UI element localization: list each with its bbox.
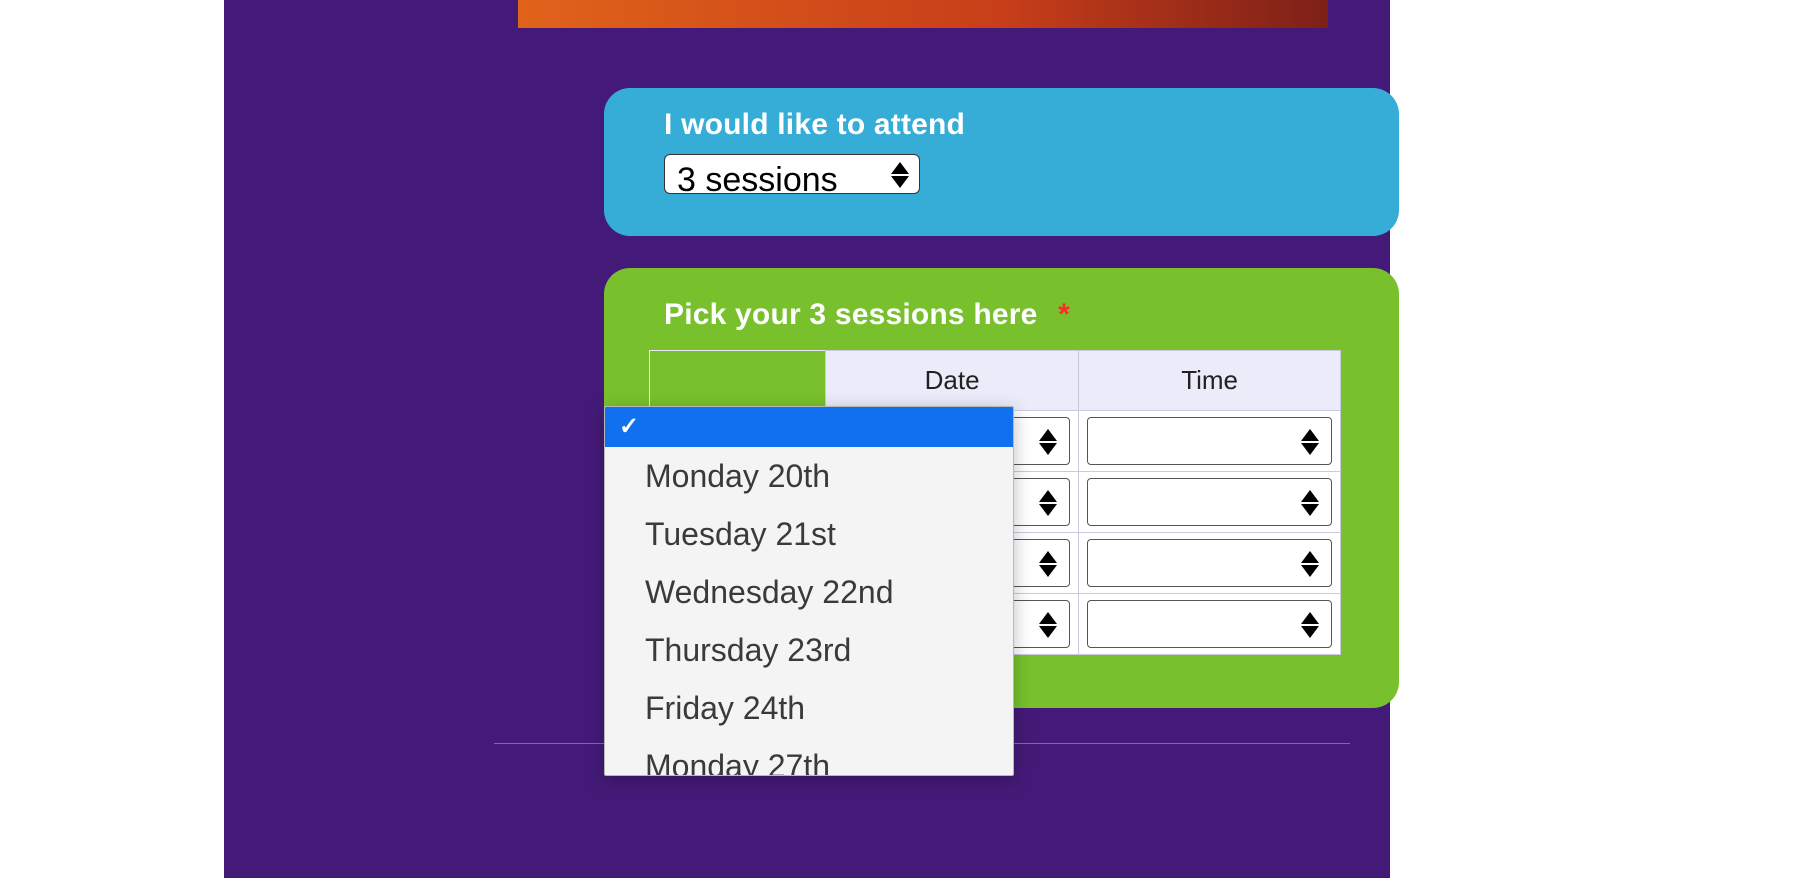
stepper-arrows-icon <box>1037 424 1059 460</box>
pick-sessions-label-text: Pick your 3 sessions here <box>664 298 1038 331</box>
stepper-arrows-icon <box>1299 424 1321 460</box>
dropdown-option[interactable]: Thursday 23rd <box>605 621 1013 679</box>
session1-time-select[interactable] <box>1087 417 1332 465</box>
column-header-date: Date <box>826 351 1079 411</box>
dropdown-option[interactable]: Wednesday 22nd <box>605 563 1013 621</box>
stepper-arrows-icon <box>1299 485 1321 521</box>
attend-sessions-select[interactable]: 3 sessions <box>664 154 920 194</box>
session4-time-select[interactable] <box>1087 600 1332 648</box>
attend-card: I would like to attend 3 sessions <box>604 88 1399 236</box>
attend-label: I would like to attend <box>664 108 1339 142</box>
pick-sessions-label: Pick your 3 sessions here * <box>664 298 1354 332</box>
required-asterisk-icon: * <box>1058 298 1070 331</box>
column-header-time: Time <box>1079 351 1341 411</box>
session2-time-select[interactable] <box>1087 478 1332 526</box>
grid-corner <box>650 351 826 411</box>
stepper-arrows-icon <box>1037 485 1059 521</box>
header-banner <box>518 0 1328 28</box>
date-dropdown-listbox[interactable]: Monday 20th Tuesday 21st Wednesday 22nd … <box>604 406 1014 776</box>
session3-time-select[interactable] <box>1087 539 1332 587</box>
stepper-arrows-icon <box>1299 607 1321 643</box>
dropdown-option[interactable]: Tuesday 21st <box>605 505 1013 563</box>
attend-sessions-value: 3 sessions <box>665 155 919 194</box>
dropdown-option[interactable]: Monday 20th <box>605 447 1013 505</box>
stepper-arrows-icon <box>1037 546 1059 582</box>
stepper-arrows-icon <box>889 157 911 193</box>
page: I would like to attend 3 sessions Pick y… <box>0 0 1820 878</box>
stepper-arrows-icon <box>1299 546 1321 582</box>
dropdown-option[interactable]: Monday 27th <box>605 737 1013 775</box>
stepper-arrows-icon <box>1037 607 1059 643</box>
dropdown-option-blank[interactable] <box>605 407 1013 447</box>
dropdown-option[interactable]: Friday 24th <box>605 679 1013 737</box>
